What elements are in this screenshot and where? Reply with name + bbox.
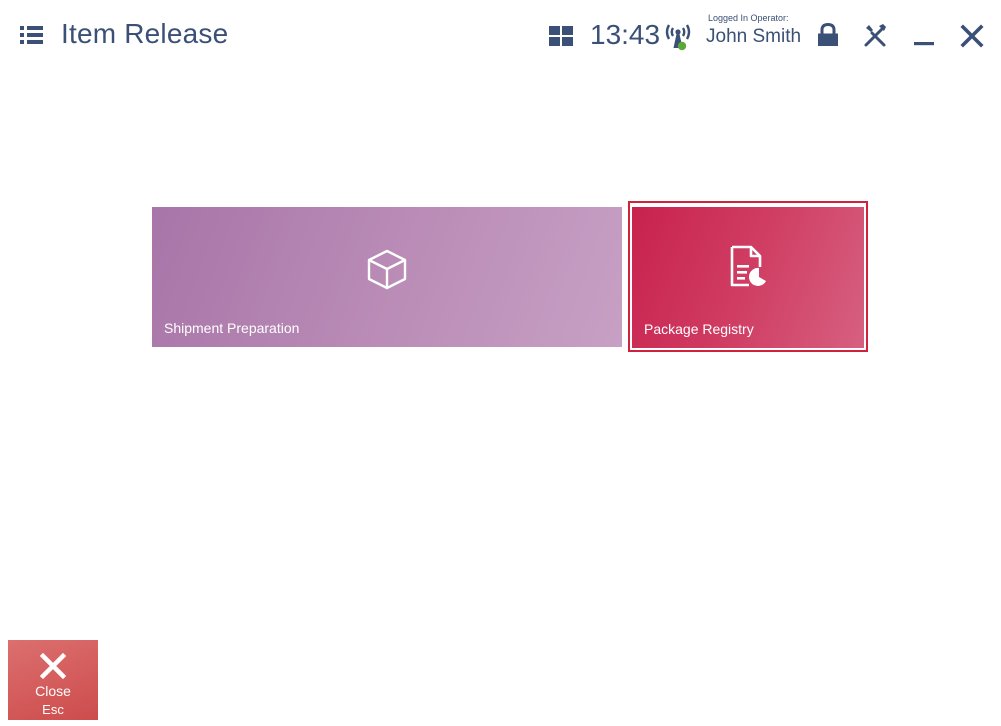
header-bar: Item Release 13:43 Logged In Operator: J…: [0, 0, 1001, 72]
minimize-icon[interactable]: [908, 20, 940, 52]
close-icon: [39, 652, 67, 680]
close-shortcut-hint: Esc: [42, 702, 64, 717]
operator-name[interactable]: John Smith: [706, 26, 801, 48]
document-chart-icon: [726, 243, 770, 291]
close-button[interactable]: Close Esc: [8, 640, 98, 720]
app-window: Item Release 13:43 Logged In Operator: J…: [0, 0, 1001, 726]
page-title: Item Release: [61, 18, 229, 49]
close-window-icon[interactable]: [956, 20, 988, 52]
tile-label: Shipment Preparation: [164, 320, 300, 336]
cube-icon: [365, 247, 409, 291]
operator-caption: Logged In Operator:: [708, 13, 789, 23]
tiles-view-icon[interactable]: [548, 24, 574, 48]
tools-icon[interactable]: [860, 20, 892, 52]
close-button-label: Close: [35, 683, 71, 699]
tile-package-registry[interactable]: Package Registry: [632, 207, 864, 348]
selected-tile-outline[interactable]: Package Registry: [628, 201, 868, 352]
tile-shipment-preparation[interactable]: Shipment Preparation: [152, 207, 622, 347]
menu-icon[interactable]: [18, 22, 48, 50]
connection-status-icon: [664, 20, 692, 54]
tile-label: Package Registry: [644, 321, 754, 337]
clock: 13:43: [590, 19, 661, 50]
lock-icon[interactable]: [812, 20, 844, 52]
